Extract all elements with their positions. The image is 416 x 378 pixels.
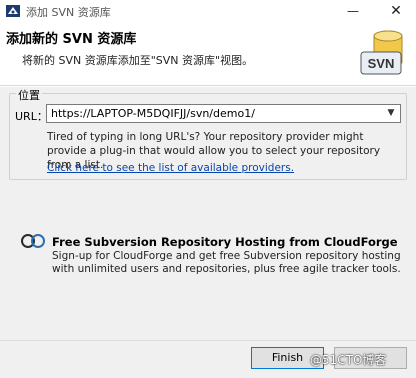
location-group: 位置 URL： https://LAPTOP-M5DQIFJJ/svn/demo…	[9, 87, 407, 180]
wizard-title: 添加新的 SVN 资源库	[6, 32, 137, 47]
wizard-description: 将新的 SVN 资源库添加至"SVN 资源库"视图。	[22, 54, 254, 67]
title-bar: 添加 SVN 资源库 — ✕	[0, 0, 416, 22]
svn-repository-icon: SVN	[360, 30, 403, 75]
providers-link[interactable]: Click here to see the list of available …	[47, 162, 294, 174]
url-label: URL：	[15, 110, 48, 123]
url-combobox[interactable]: https://LAPTOP-M5DQIFJJ/svn/demo1/ ▼	[46, 104, 401, 123]
watermark-text: @51CTO博客	[310, 353, 387, 367]
window-title: 添加 SVN 资源库	[26, 6, 111, 19]
wizard-content: 位置 URL： https://LAPTOP-M5DQIFJJ/svn/demo…	[0, 87, 416, 340]
wizard-banner: 添加新的 SVN 资源库 将新的 SVN 资源库添加至"SVN 资源库"视图。 …	[0, 22, 416, 86]
svn-logo-text: SVN	[368, 56, 395, 71]
location-legend: 位置	[16, 87, 42, 103]
chevron-down-icon[interactable]: ▼	[384, 106, 398, 121]
cloudforge-description: Sign-up for CloudForge and get free Subv…	[52, 250, 401, 275]
url-input[interactable]: https://LAPTOP-M5DQIFJJ/svn/demo1/	[51, 107, 255, 120]
cloudforge-title[interactable]: Free Subversion Repository Hosting from …	[52, 235, 398, 249]
minimize-button[interactable]: —	[335, 0, 371, 22]
button-bar: Finish @51CTO博客	[0, 340, 416, 378]
close-button[interactable]: ✕	[378, 0, 414, 22]
eclipse-app-icon	[6, 5, 20, 17]
cloudforge-icon[interactable]	[20, 233, 48, 249]
